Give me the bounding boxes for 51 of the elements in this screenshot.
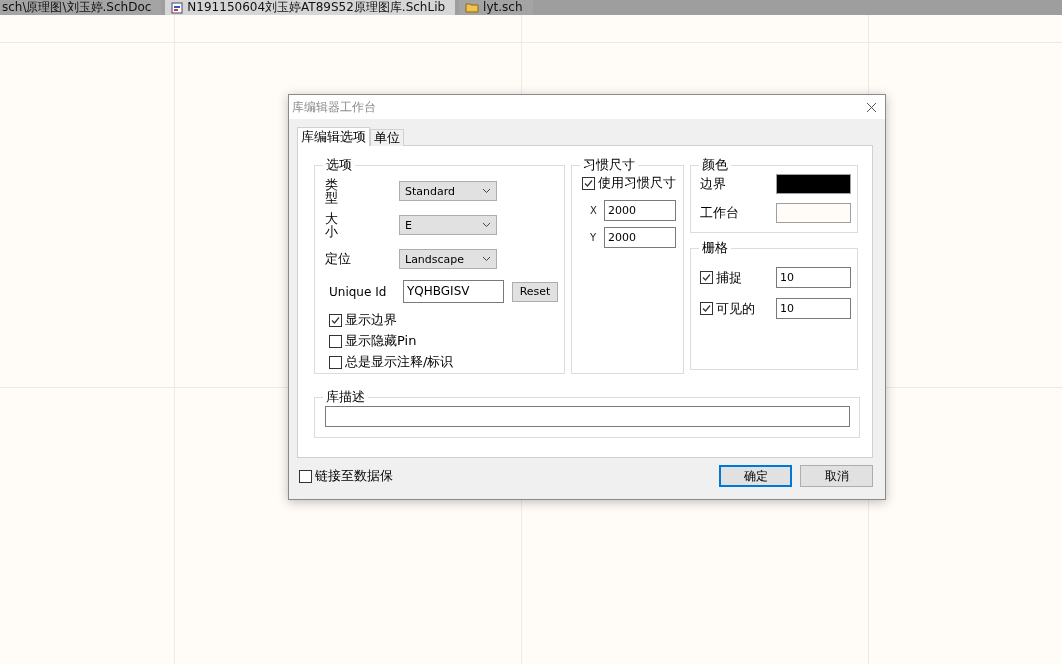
chevron-icon: [482, 256, 491, 262]
checkbox[interactable]: [582, 176, 595, 190]
checkbox[interactable]: [700, 271, 713, 284]
checkbox[interactable]: [329, 313, 342, 327]
color-swatch[interactable]: [776, 203, 851, 223]
file-tab[interactable]: lyt.sch: [459, 0, 533, 15]
checkbox-label: 总是显示注释/标识: [345, 353, 454, 371]
field-label: Unique Id: [329, 284, 387, 299]
tab[interactable]: 库编辑选项: [297, 127, 370, 146]
dropdown[interactable]: Standard: [399, 181, 497, 201]
field-label: X: [590, 205, 598, 216]
input-field[interactable]: YQHBGISV: [403, 280, 504, 303]
input-field[interactable]: 10: [776, 267, 851, 288]
group-title: 习惯尺寸: [582, 156, 636, 174]
input-field[interactable]: 10: [776, 298, 851, 319]
folder-icon: [465, 2, 480, 13]
dropdown[interactable]: Landscape: [399, 249, 497, 269]
field-label: 类型: [325, 178, 338, 204]
checkbox-label: 捕捉: [716, 268, 742, 287]
checkbox[interactable]: [700, 302, 713, 315]
checkbox-label: 使用习惯尺寸: [598, 174, 676, 192]
reset-button[interactable]: Reset: [512, 281, 558, 302]
field-label: Y: [590, 232, 598, 243]
ok-button[interactable]: 确定: [719, 465, 792, 487]
field-label: 工作台: [700, 204, 739, 222]
color-swatch[interactable]: [776, 174, 851, 194]
group-title: 栅格: [701, 239, 729, 257]
chevron-icon: [482, 188, 491, 194]
close-icon[interactable]: [866, 101, 877, 113]
checkbox-label: 显示边界: [345, 311, 397, 329]
tab[interactable]: 单位: [370, 129, 404, 146]
field-label: 大小: [325, 212, 338, 238]
field-label: 定位: [325, 250, 351, 268]
checkbox[interactable]: [329, 355, 342, 369]
group-title: 库描述: [325, 388, 366, 406]
input-field[interactable]: [325, 406, 850, 427]
window-title: 库编辑器工作台: [292, 98, 376, 116]
field-label: 边界: [700, 175, 726, 193]
group-title: 颜色: [701, 156, 729, 174]
checkbox-label: 显示隐藏Pin: [345, 332, 417, 350]
checkbox-label: 可见的: [716, 299, 755, 318]
group-title: 选项: [325, 156, 353, 174]
checkbox[interactable]: [329, 334, 342, 348]
input-field[interactable]: 2000: [604, 227, 676, 248]
input-field[interactable]: 2000: [604, 200, 676, 221]
checkbox[interactable]: [299, 469, 312, 483]
chevron-icon: [482, 222, 491, 228]
dropdown[interactable]: E: [399, 215, 497, 235]
checkbox-label: 链接至数据保: [315, 467, 393, 485]
tab-label: lyt.sch: [483, 0, 523, 15]
cancel-button[interactable]: 取消: [800, 465, 873, 487]
